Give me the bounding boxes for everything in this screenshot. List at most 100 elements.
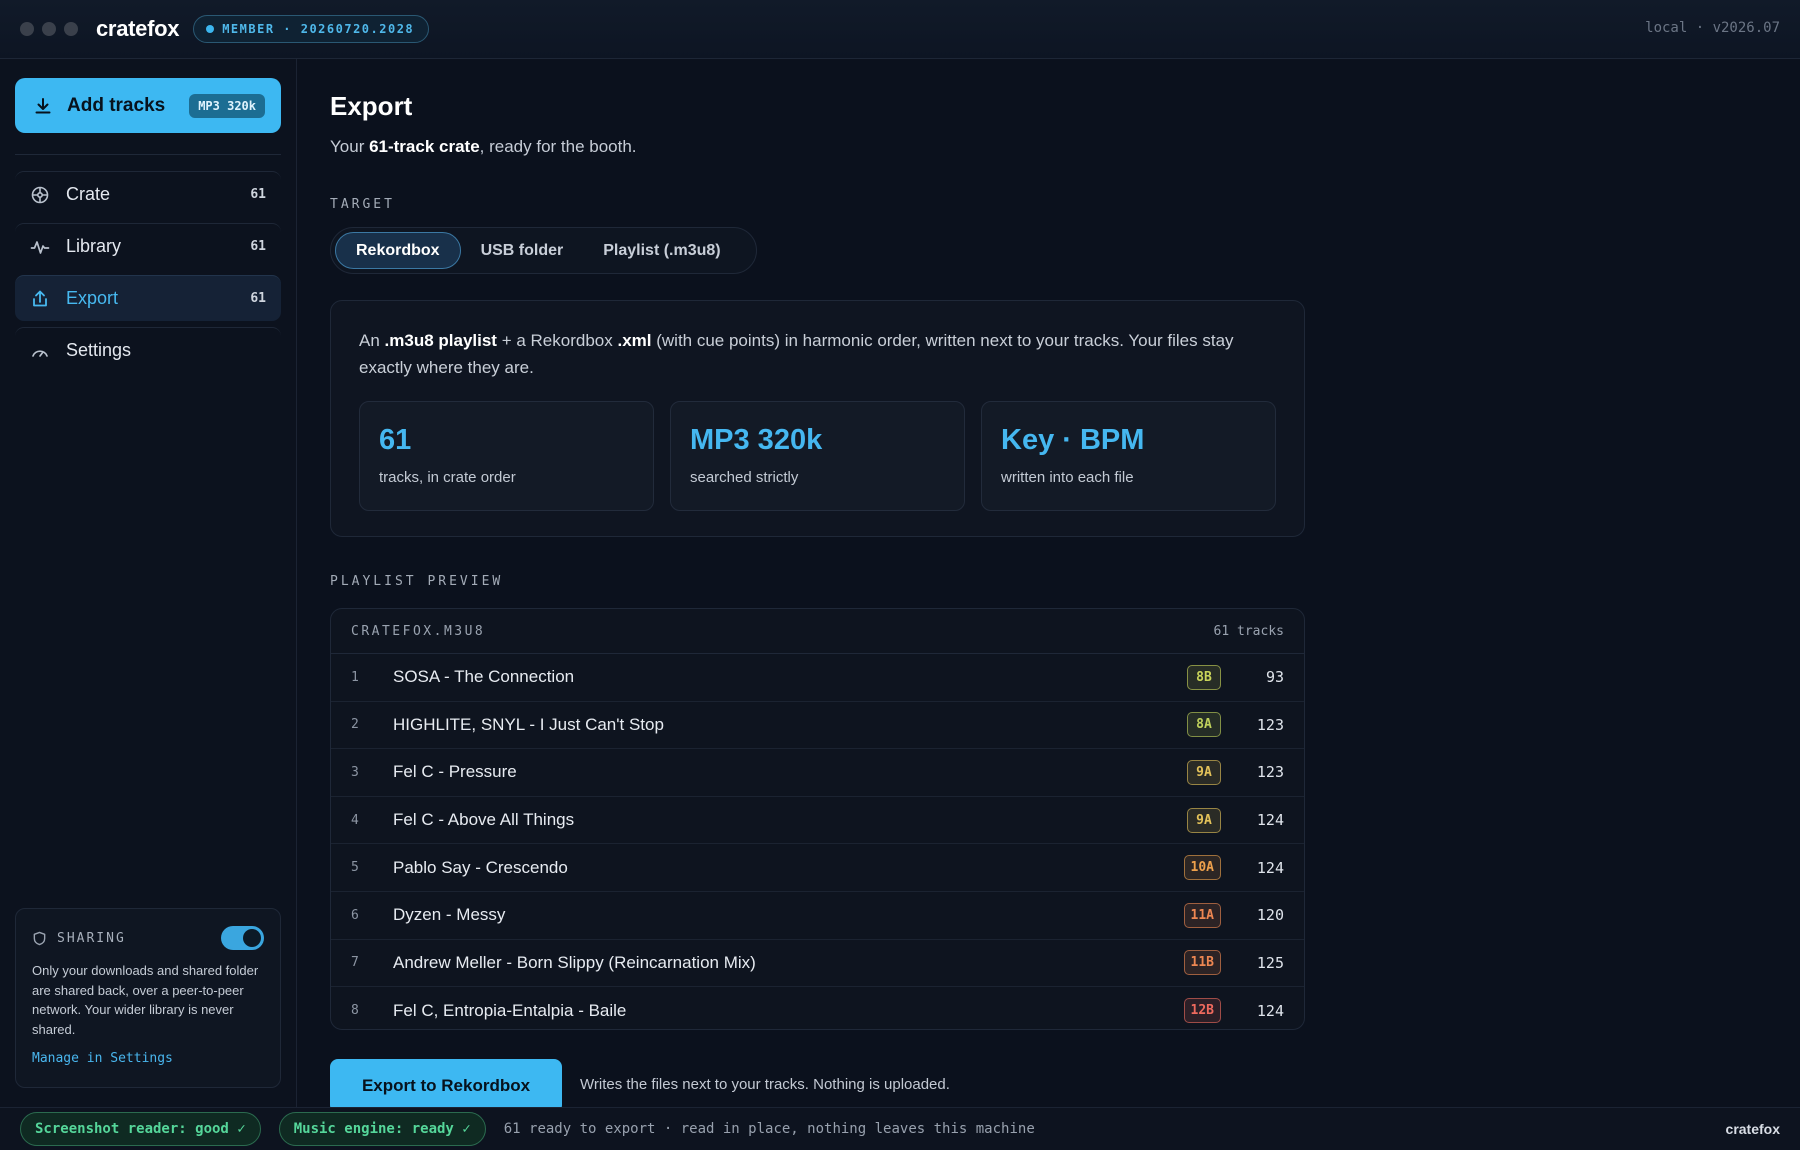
table-row[interactable]: 2 HIGHLITE, SNYL - I Just Can't Stop 8A … [331,702,1304,750]
subtitle-highlight: 61-track crate [369,137,480,156]
add-tracks-button[interactable]: Add tracks MP3 320k [15,78,281,133]
sharing-title: SHARING [57,930,126,946]
playlist-track-count: 61 tracks [1213,623,1284,639]
app-brand: cratefox [96,16,180,41]
stat-metadata: Key · BPM written into each file [981,401,1276,511]
stat-format: MP3 320k searched strictly [670,401,965,511]
track-title: SOSA - The Connection [393,667,575,687]
key-badge: 11A [1183,902,1221,928]
export-note: Writes the files next to your tracks. No… [580,1076,950,1093]
sidebar: Add tracks MP3 320k Crate 61 Library 61 … [0,59,297,1107]
target-selector: Rekordbox USB folder Playlist (.m3u8) [330,227,757,274]
desc-part: An [359,331,385,350]
screenshot-reader-status: Screenshot reader: good ✓ [20,1112,261,1146]
key-cell: 9A [1175,759,1221,785]
key-cell: 11B [1175,950,1221,976]
sidebar-item-count: 61 [250,187,266,202]
maximize-window-button[interactable] [64,22,78,36]
status-bar: Screenshot reader: good ✓ Music engine: … [0,1107,1800,1150]
key-badge: 12B [1183,998,1221,1024]
page-subtitle: Your 61-track crate, ready for the booth… [330,137,637,157]
track-number: 1 [351,669,359,685]
add-tracks-label: Add tracks [67,94,166,116]
page-title: Export [330,91,413,121]
key-cell: 9A [1175,807,1221,833]
track-title: Fel C, Entropia-Entalpia - Baile [393,1000,627,1020]
table-row[interactable]: 4 Fel C - Above All Things 9A 124 [331,797,1304,845]
sidebar-item-export[interactable]: Export 61 [15,275,281,321]
target-section-label: TARGET [330,197,395,212]
track-title: Andrew Meller - Born Slippy (Reincarnati… [393,952,756,972]
sharing-panel: SHARING Only your downloads and shared f… [15,908,281,1088]
key-cell: 8A [1175,712,1221,738]
key-cell: 8B [1175,664,1221,690]
track-number: 4 [351,812,359,828]
sidebar-item-library[interactable]: Library 61 [15,223,281,269]
sidebar-item-count: 61 [250,291,266,306]
key-badge: 9A [1187,807,1221,833]
close-window-button[interactable] [20,22,34,36]
track-bpm: 123 [1256,763,1284,782]
sharing-toggle[interactable] [221,926,264,950]
sidebar-nav: Crate 61 Library 61 Export 61 Settings [15,171,281,379]
desc-bold: .xml [617,331,652,350]
track-title: Dyzen - Messy [393,905,506,925]
playlist-preview: CRATEFOX.M3U8 61 tracks 1 SOSA - The Con… [330,608,1305,1030]
track-bpm: 93 [1265,668,1284,687]
track-bpm: 120 [1256,906,1284,925]
track-number: 8 [351,1003,359,1019]
sidebar-divider [15,154,281,155]
version-label: local · v2026.07 [1645,20,1780,36]
table-row[interactable]: 7 Andrew Meller - Born Slippy (Reincarna… [331,940,1304,988]
sharing-description: Only your downloads and shared folder ar… [32,963,259,1037]
minimize-window-button[interactable] [42,22,56,36]
table-row[interactable]: 3 Fel C - Pressure 9A 123 [331,749,1304,797]
stat-value: MP3 320k [690,424,823,456]
tab-usb-folder[interactable]: USB folder [461,232,584,269]
track-bpm: 123 [1256,715,1284,734]
waveform-icon [30,240,50,254]
download-icon [35,97,51,113]
manage-settings-link[interactable]: Manage in Settings [32,1051,264,1066]
status-brand: cratefox [1725,1121,1780,1137]
key-badge: 8A [1187,712,1221,738]
sidebar-item-crate[interactable]: Crate 61 [15,171,281,217]
table-row[interactable]: 5 Pablo Say - Crescendo 10A 124 [331,844,1304,892]
track-number: 6 [351,907,359,923]
tab-playlist-m3u8[interactable]: Playlist (.m3u8) [583,232,740,269]
track-title: HIGHLITE, SNYL - I Just Can't Stop [393,714,664,734]
status-dot-icon [206,25,215,33]
upload-icon [33,290,47,306]
track-number: 5 [351,860,359,876]
member-badge-label: MEMBER · 20260720.2028 [222,22,415,36]
key-cell: 10A [1175,855,1221,881]
music-engine-status: Music engine: ready ✓ [278,1112,486,1146]
track-number: 2 [351,717,359,733]
key-cell: 12B [1175,998,1221,1024]
stat-caption: written into each file [1001,469,1134,486]
stat-caption: searched strictly [690,469,799,486]
crate-icon [31,186,49,203]
sidebar-item-label: Settings [66,340,132,360]
track-bpm: 124 [1256,858,1284,877]
sidebar-item-settings[interactable]: Settings [15,327,281,373]
track-bpm: 124 [1256,811,1284,830]
table-row[interactable]: 8 Fel C, Entropia-Entalpia - Baile 12B 1… [331,987,1304,1029]
sharing-header: SHARING [32,925,264,951]
track-bpm: 125 [1256,953,1284,972]
track-title: Fel C - Above All Things [393,810,575,830]
key-cell: 11A [1175,902,1221,928]
export-to-rekordbox-button[interactable]: Export to Rekordbox [330,1059,562,1113]
format-badge: MP3 320k [189,93,265,118]
export-description: An .m3u8 playlist + a Rekordbox .xml (wi… [359,327,1279,381]
tab-rekordbox[interactable]: Rekordbox [335,232,461,269]
subtitle-prefix: Your [330,137,370,156]
member-badge: MEMBER · 20260720.2028 [193,15,430,43]
sidebar-item-count: 61 [250,239,266,254]
toggle-knob [243,929,261,947]
table-row[interactable]: 1 SOSA - The Connection 8B 93 [331,654,1304,702]
gauge-icon [32,349,48,357]
table-row[interactable]: 6 Dyzen - Messy 11A 120 [331,892,1304,940]
playlist-rows: 1 SOSA - The Connection 8B 93 2 HIGHLITE… [331,654,1304,1029]
export-summary-card: An .m3u8 playlist + a Rekordbox .xml (wi… [330,300,1305,537]
